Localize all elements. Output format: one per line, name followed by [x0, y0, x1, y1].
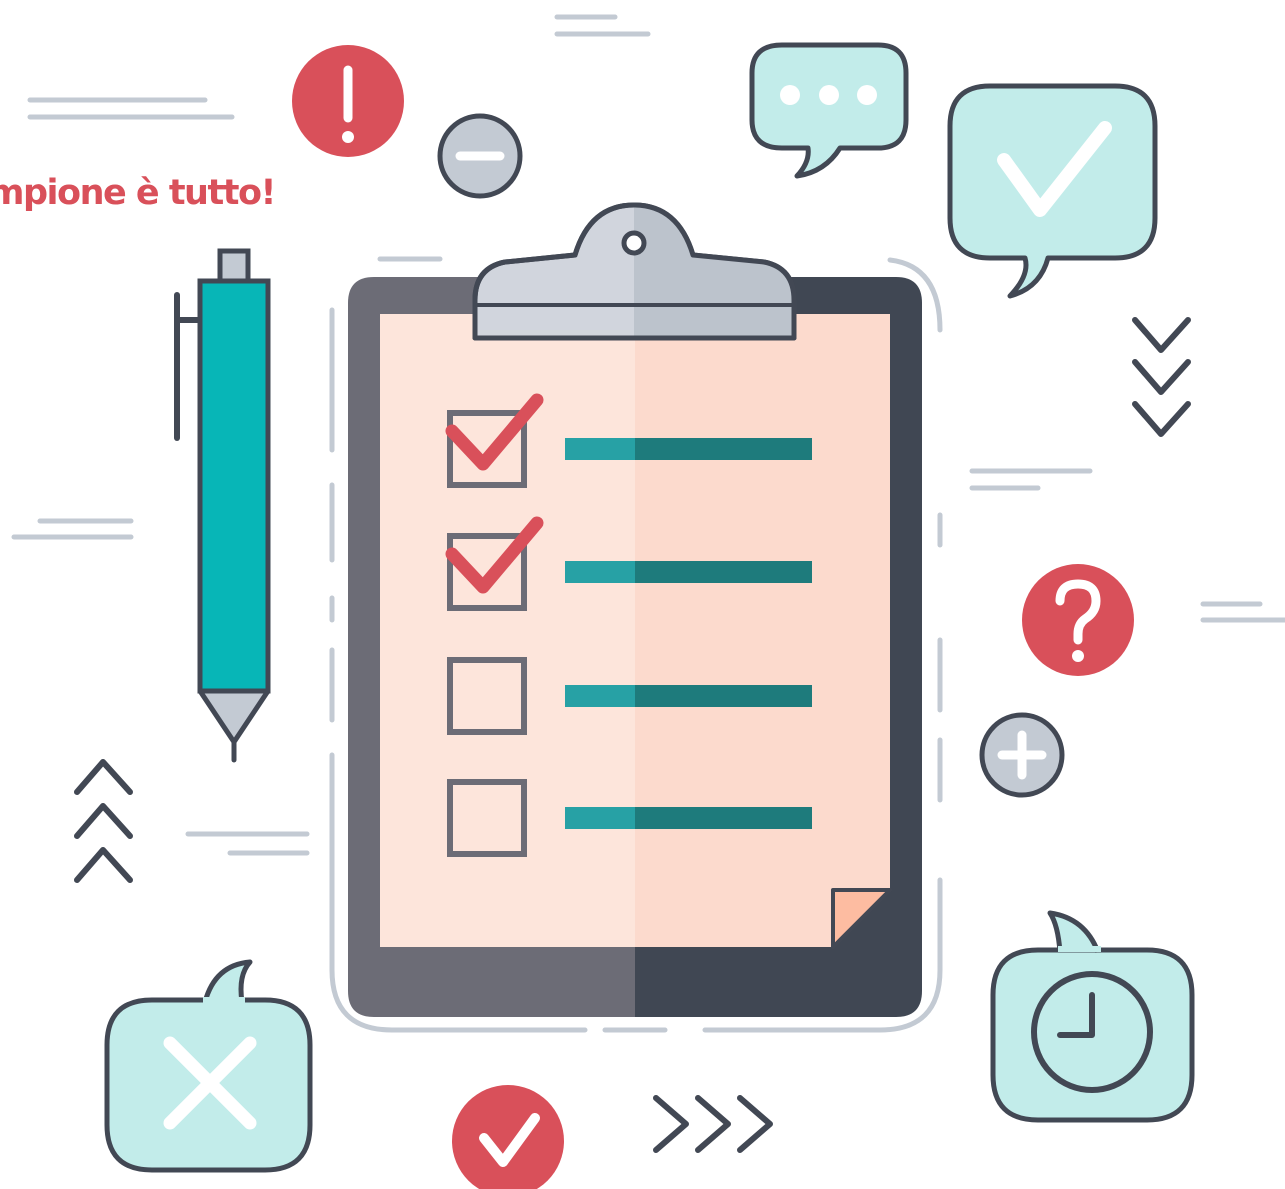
line-placeholder-left — [565, 685, 635, 707]
line-placeholder-left — [565, 807, 635, 829]
line-placeholder-left — [565, 438, 635, 460]
plus-icon — [979, 712, 1065, 798]
line-placeholder-right — [635, 438, 812, 460]
line-placeholder-right — [635, 807, 812, 829]
chevrons-down-icon — [1132, 317, 1191, 437]
minus-icon — [437, 113, 523, 199]
checkmark-bubble-icon — [947, 83, 1158, 299]
clip-hole — [621, 230, 647, 256]
chevrons-right-icon — [653, 1095, 773, 1153]
checklist-illustration — [11, 14, 1285, 1189]
check-circle-icon — [452, 1085, 564, 1189]
chevrons-up-icon — [74, 759, 133, 883]
clipboard-clip — [472, 202, 797, 341]
pen-icon — [174, 248, 271, 763]
x-bubble-icon — [104, 959, 313, 1173]
line-placeholder-right — [635, 685, 812, 707]
line-placeholder-left — [565, 561, 635, 583]
line-placeholder-right — [635, 561, 812, 583]
clipboard-icon — [348, 277, 922, 1017]
question-icon — [1022, 564, 1134, 676]
paper-right — [635, 314, 890, 947]
chat-bubble-icon — [749, 42, 909, 179]
exclamation-icon — [292, 45, 404, 157]
clock-bubble-icon — [990, 910, 1195, 1123]
